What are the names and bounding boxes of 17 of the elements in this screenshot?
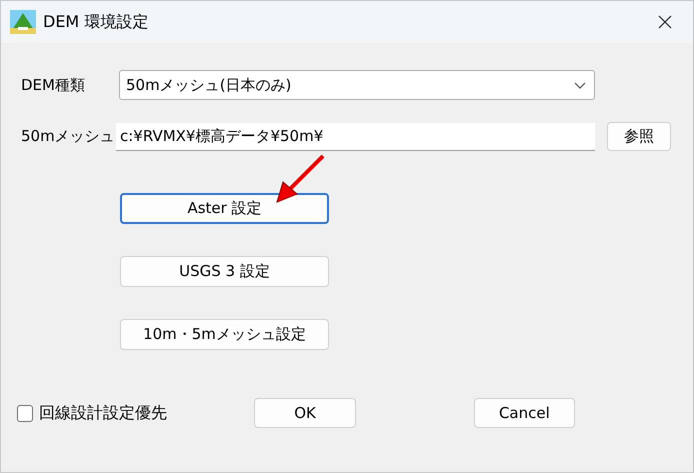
landscape-icon — [10, 10, 36, 34]
close-icon — [658, 15, 672, 29]
mesh-label: 50mメッシュ — [21, 127, 116, 146]
settings-button[interactable]: USGS 3 設定 — [120, 256, 329, 287]
settings-button[interactable]: 10m・5mメッシュ設定 — [120, 319, 329, 350]
checkbox[interactable] — [17, 404, 33, 422]
ok-button[interactable]: OK — [254, 398, 356, 428]
chevron-icon — [574, 82, 586, 88]
dem-type-dropdown[interactable]: 50mメッシュ(日本のみ) — [119, 70, 595, 100]
path-field[interactable]: c:¥RVMX¥標高データ¥50m¥ — [116, 122, 595, 150]
pointer-arrow — [275, 154, 325, 204]
settings-button[interactable]: Aster 設定 — [120, 193, 329, 224]
cancel-button[interactable]: Cancel — [474, 398, 575, 428]
window-title: DEM 環境設定 — [43, 12, 148, 32]
dem-type-label: DEM種類 — [21, 76, 86, 94]
checkbox-label: 回線設計設定優先 — [38, 402, 168, 424]
browse-button[interactable]: 参照 — [607, 122, 671, 151]
